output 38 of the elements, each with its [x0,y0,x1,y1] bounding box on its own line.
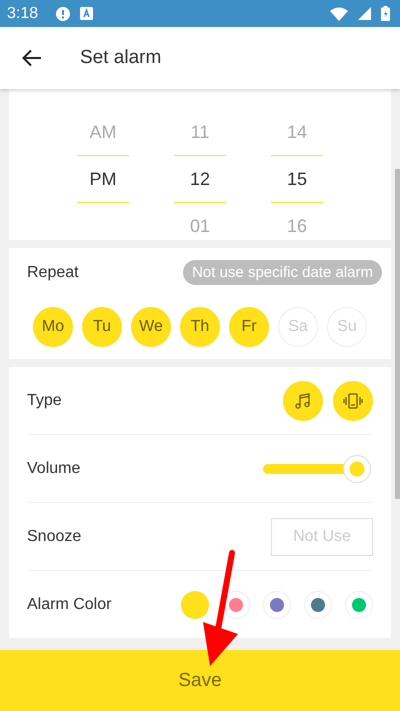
color-swatch[interactable] [222,590,250,618]
slider-thumb[interactable] [342,454,371,482]
picker-value[interactable]: AM [77,120,129,144]
color-swatch[interactable] [304,590,332,618]
day-toggle[interactable]: Mo [33,307,73,347]
type-label: Type [27,392,62,410]
picker-value[interactable]: PM [77,155,129,203]
picker-value[interactable]: 16 [271,214,323,238]
alarm-color-label: Alarm Color [27,596,112,614]
picker-value[interactable]: 14 [271,120,323,144]
picker-value[interactable]: 15 [271,155,323,203]
save-button[interactable]: Save [0,650,400,711]
day-toggle[interactable]: Fr [229,307,269,347]
music-note-icon [294,392,312,410]
day-toggle[interactable]: Tu [82,307,122,347]
music-note-button[interactable] [283,380,323,420]
phone-vibrate-icon [343,392,363,410]
battery-icon [381,6,390,21]
volume-label: Volume [27,460,80,478]
back-icon[interactable] [22,49,42,67]
keyboard-icon [80,7,94,20]
color-swatch[interactable] [345,590,373,618]
signal-icon [358,7,371,20]
repeat-label: Repeat [27,264,79,282]
status-time: 3:18 [7,4,38,22]
picker-value[interactable]: 01 [174,214,226,238]
alert-icon [56,6,70,20]
day-toggle[interactable]: Th [180,307,220,347]
vibrate-button[interactable] [333,380,373,420]
wifi-icon [330,6,348,20]
color-swatch[interactable] [263,590,291,618]
snooze-label: Snooze [27,528,82,546]
screen-title: Set alarm [80,47,162,69]
picker-value[interactable]: 11 [174,120,226,144]
volume-slider[interactable] [263,454,371,484]
color-swatch[interactable] [181,590,209,618]
day-toggle[interactable]: We [131,307,171,347]
picker-value[interactable]: 12 [174,155,226,203]
